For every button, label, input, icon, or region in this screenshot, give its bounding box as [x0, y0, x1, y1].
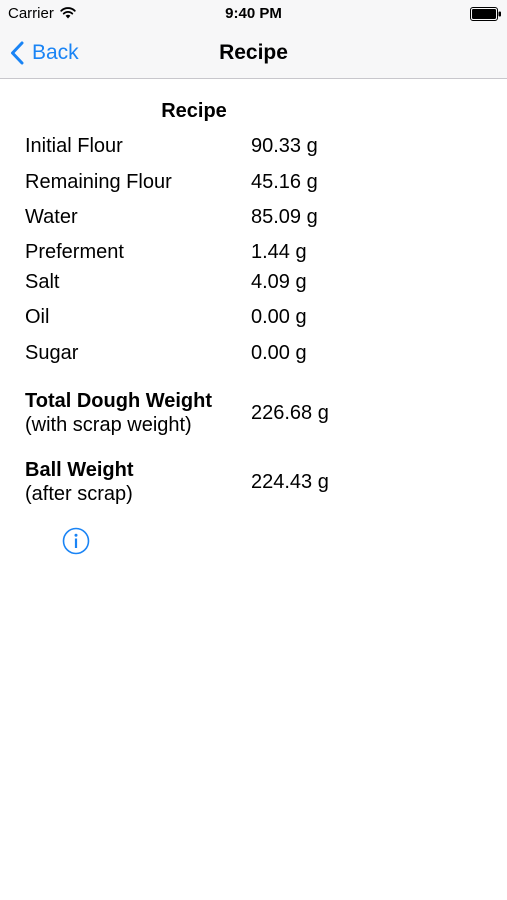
ingredient-value-initial-flour: 90.33 g [251, 135, 318, 157]
total-dough-weight-value: 226.68 g [251, 402, 329, 424]
ingredient-label-water: Water [25, 206, 78, 228]
ingredient-label-sugar: Sugar [25, 342, 79, 364]
ball-weight-label: Ball Weight (after scrap) [25, 458, 134, 506]
total-dough-weight-label: Total Dough Weight (with scrap weight) [25, 389, 212, 437]
ingredient-value-sugar: 0.00 g [251, 342, 307, 364]
section-title: Recipe [161, 100, 227, 122]
ingredient-value-remaining-flour: 45.16 g [251, 171, 318, 193]
ingredient-value-oil: 0.00 g [251, 306, 307, 328]
recipe-screen: Carrier 9:40 PM Back Recipe Recipe Initi… [0, 0, 507, 900]
ingredient-value-salt: 4.09 g [251, 271, 307, 293]
status-bar: Carrier 9:40 PM [0, 0, 507, 28]
status-time: 9:40 PM [225, 5, 282, 22]
navigation-bar: Back Recipe [0, 28, 507, 79]
ingredient-label-oil: Oil [25, 306, 50, 328]
ingredient-label-salt: Salt [25, 271, 60, 293]
ball-weight-title: Ball Weight [25, 459, 134, 481]
ingredient-value-preferment: 1.44 g [251, 241, 307, 263]
total-dough-weight-note: (with scrap weight) [25, 414, 192, 436]
ingredient-label-preferment: Preferment [25, 241, 124, 263]
ball-weight-value: 224.43 g [251, 471, 329, 493]
ingredient-value-water: 85.09 g [251, 206, 318, 228]
ingredient-label-initial-flour: Initial Flour [25, 135, 123, 157]
total-dough-weight-title: Total Dough Weight [25, 390, 213, 412]
battery-icon [470, 7, 501, 21]
ingredient-label-remaining-flour: Remaining Flour [25, 171, 172, 193]
nav-title: Recipe [219, 41, 288, 64]
info-icon[interactable] [62, 527, 90, 555]
ball-weight-note: (after scrap) [25, 483, 133, 505]
